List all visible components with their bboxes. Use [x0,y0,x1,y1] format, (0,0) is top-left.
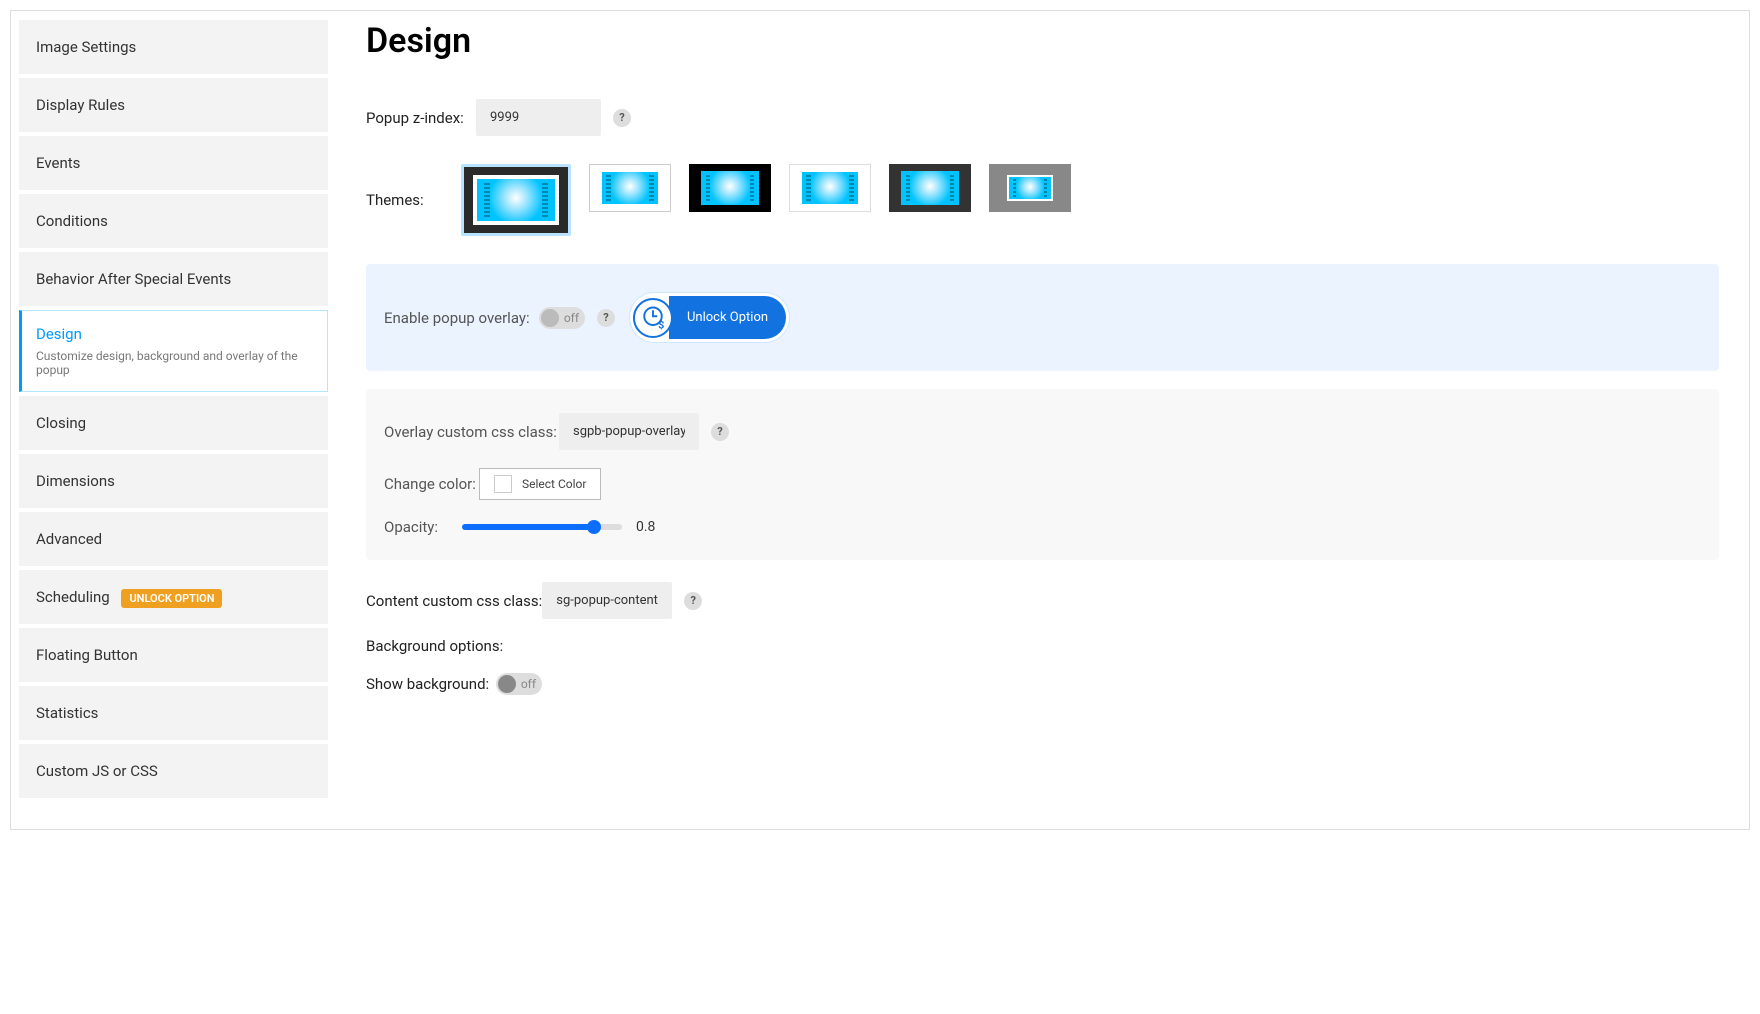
sidebar-item-label: Statistics [36,704,98,722]
sidebar-item-label: Conditions [36,212,108,230]
unlock-option-text: Unlock Option [669,296,786,339]
show-background-row: Show background: off [366,673,1719,695]
opacity-value: 0.8 [636,519,655,535]
svg-text:$: $ [658,318,664,331]
theme-preview-icon [1007,175,1052,201]
main-content: Design Popup z-index: ? Themes: Enable p… [336,11,1749,829]
theme-option-4[interactable] [789,164,871,212]
sidebar-item-label: Closing [36,414,86,432]
sidebar-item-label: Custom JS or CSS [36,762,158,780]
select-color-button[interactable]: Select Color [479,468,601,500]
sidebar-item-label: Behavior After Special Events [36,270,231,288]
theme-option-3[interactable] [689,164,771,212]
opacity-slider-wrap: 0.8 [462,519,655,535]
toggle-knob-icon [498,675,516,693]
clock-dollar-icon: $ [633,298,673,338]
select-color-text: Select Color [522,477,586,491]
sidebar-item-custom-js-css[interactable]: Custom JS or CSS [19,744,328,798]
sidebar-item-scheduling[interactable]: Scheduling UNLOCK OPTION [19,570,328,624]
sidebar: Image Settings Display Rules Events Cond… [11,11,336,829]
overlay-css-class-label: Overlay custom css class: [384,423,559,441]
overlay-css-class-input[interactable] [559,413,699,450]
theme-preview-icon [473,175,558,225]
theme-preview-icon [901,171,958,205]
page-container: Image Settings Display Rules Events Cond… [10,10,1750,830]
sidebar-item-advanced[interactable]: Advanced [19,512,328,566]
content-css-class-label: Content custom css class: [366,592,542,610]
toggle-state-text: off [521,677,536,691]
sidebar-item-label: Advanced [36,530,102,548]
theme-preview-icon [802,172,858,204]
opacity-slider[interactable] [462,524,622,530]
background-options-label: Background options: [366,637,503,655]
slider-fill-icon [462,524,590,530]
unlock-option-button[interactable]: $ Unlock Option [629,292,790,343]
themes-label: Themes: [366,191,441,209]
help-icon[interactable]: ? [597,309,615,327]
help-icon[interactable]: ? [613,109,631,127]
show-background-label: Show background: [366,675,496,693]
show-background-toggle[interactable]: off [496,673,542,695]
toggle-knob-icon [541,309,559,327]
sidebar-item-display-rules[interactable]: Display Rules [19,78,328,132]
sidebar-item-label: Scheduling [36,588,110,606]
unlock-badge: UNLOCK OPTION [121,589,222,608]
opacity-label: Opacity: [384,518,462,536]
sidebar-item-dimensions[interactable]: Dimensions [19,454,328,508]
theme-option-6[interactable] [989,164,1071,212]
color-swatch-icon [494,475,512,493]
sidebar-item-description: Customize design, background and overlay… [36,349,313,377]
sidebar-item-events[interactable]: Events [19,136,328,190]
sidebar-item-statistics[interactable]: Statistics [19,686,328,740]
enable-overlay-label: Enable popup overlay: [384,309,539,327]
theme-option-1[interactable] [461,164,571,236]
enable-overlay-toggle[interactable]: off [539,307,585,329]
zindex-row: Popup z-index: ? [366,99,1719,136]
sidebar-item-conditions[interactable]: Conditions [19,194,328,248]
sidebar-item-label: Image Settings [36,38,136,56]
toggle-state-text: off [564,311,579,325]
theme-thumbnails [461,164,1071,236]
theme-preview-icon [602,172,658,204]
sidebar-item-closing[interactable]: Closing [19,396,328,450]
sidebar-item-image-settings[interactable]: Image Settings [19,20,328,74]
background-options-row: Background options: [366,637,1719,655]
themes-row: Themes: [366,164,1719,236]
slider-thumb-icon [587,520,601,534]
sidebar-item-label: Floating Button [36,646,138,664]
sidebar-item-behavior[interactable]: Behavior After Special Events [19,252,328,306]
sidebar-item-label: Events [36,154,80,172]
sidebar-item-floating-button[interactable]: Floating Button [19,628,328,682]
help-icon[interactable]: ? [711,423,729,441]
content-css-class-row: Content custom css class: ? [366,582,1719,619]
sidebar-item-design[interactable]: Design Customize design, background and … [19,310,328,392]
help-icon[interactable]: ? [684,592,702,610]
content-css-class-input[interactable] [542,582,672,619]
zindex-label: Popup z-index: [366,109,476,127]
overlay-settings-panel: Overlay custom css class: ? Change color… [366,389,1719,560]
sidebar-item-label: Design [36,325,82,343]
change-color-label: Change color: [384,475,479,493]
theme-preview-icon [701,171,758,205]
page-title: Design [366,21,1719,61]
zindex-input[interactable] [476,99,601,136]
theme-option-2[interactable] [589,164,671,212]
overlay-enable-panel: Enable popup overlay: off ? $ Unlock Opt… [366,264,1719,371]
sidebar-item-label: Display Rules [36,96,125,114]
theme-option-5[interactable] [889,164,971,212]
sidebar-item-label: Dimensions [36,472,115,490]
